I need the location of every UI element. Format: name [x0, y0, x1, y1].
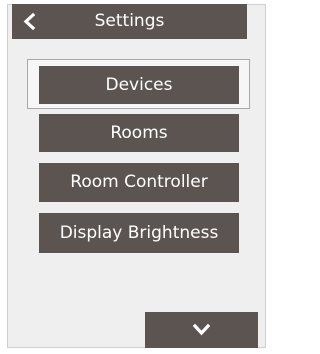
scroll-down-button[interactable]: [145, 312, 258, 348]
chevron-left-icon: [23, 13, 36, 30]
room-controller-button[interactable]: Room Controller: [39, 163, 239, 202]
room-controller-button-label: Room Controller: [70, 172, 208, 192]
back-button[interactable]: [12, 4, 50, 39]
rooms-button[interactable]: Rooms: [39, 114, 239, 152]
display-brightness-button[interactable]: Display Brightness: [39, 213, 239, 253]
settings-header: Settings: [12, 4, 247, 39]
rooms-button-label: Rooms: [110, 123, 168, 143]
chevron-down-icon: [193, 323, 210, 336]
devices-button[interactable]: Devices: [39, 66, 239, 104]
display-brightness-button-label: Display Brightness: [59, 223, 219, 243]
devices-button-label: Devices: [105, 75, 173, 95]
